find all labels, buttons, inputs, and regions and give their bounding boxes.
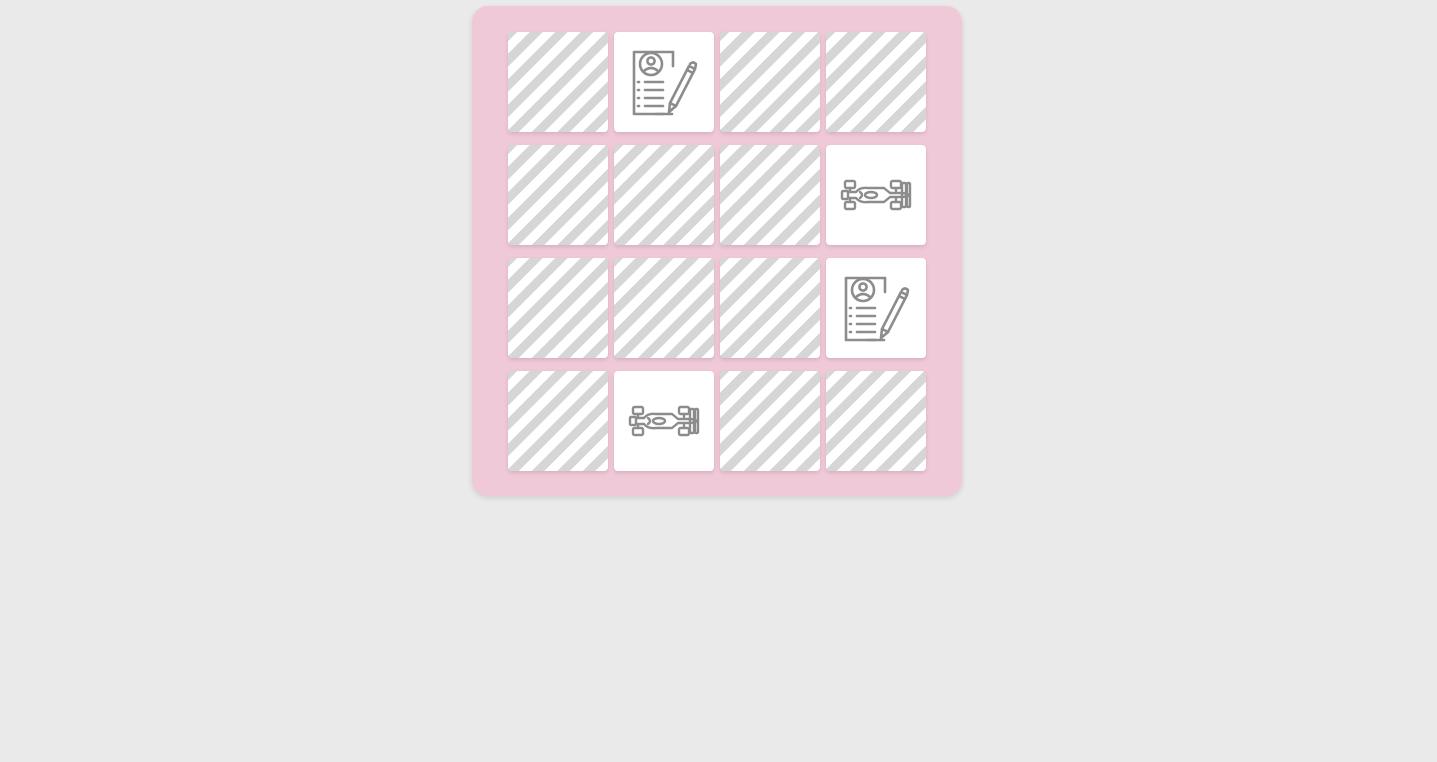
memory-card-r4c3[interactable] — [720, 371, 820, 471]
memory-card-r1c4[interactable] — [826, 32, 926, 132]
memory-game-board — [472, 6, 962, 496]
memory-card-r3c3[interactable] — [720, 258, 820, 358]
memory-card-r4c2[interactable] — [614, 371, 714, 471]
memory-card-r1c2[interactable] — [614, 32, 714, 132]
card-grid — [508, 32, 926, 471]
memory-card-r2c3[interactable] — [720, 145, 820, 245]
memory-card-r3c2[interactable] — [614, 258, 714, 358]
race-car-icon — [626, 383, 702, 459]
race-car-icon — [838, 157, 914, 233]
memory-card-r2c4[interactable] — [826, 145, 926, 245]
memory-card-r4c4[interactable] — [826, 371, 926, 471]
resume-form-icon — [626, 44, 702, 120]
memory-card-r3c4[interactable] — [826, 258, 926, 358]
memory-card-r3c1[interactable] — [508, 258, 608, 358]
resume-form-icon — [838, 270, 914, 346]
memory-card-r1c1[interactable] — [508, 32, 608, 132]
memory-card-r1c3[interactable] — [720, 32, 820, 132]
memory-card-r4c1[interactable] — [508, 371, 608, 471]
memory-card-r2c2[interactable] — [614, 145, 714, 245]
memory-card-r2c1[interactable] — [508, 145, 608, 245]
